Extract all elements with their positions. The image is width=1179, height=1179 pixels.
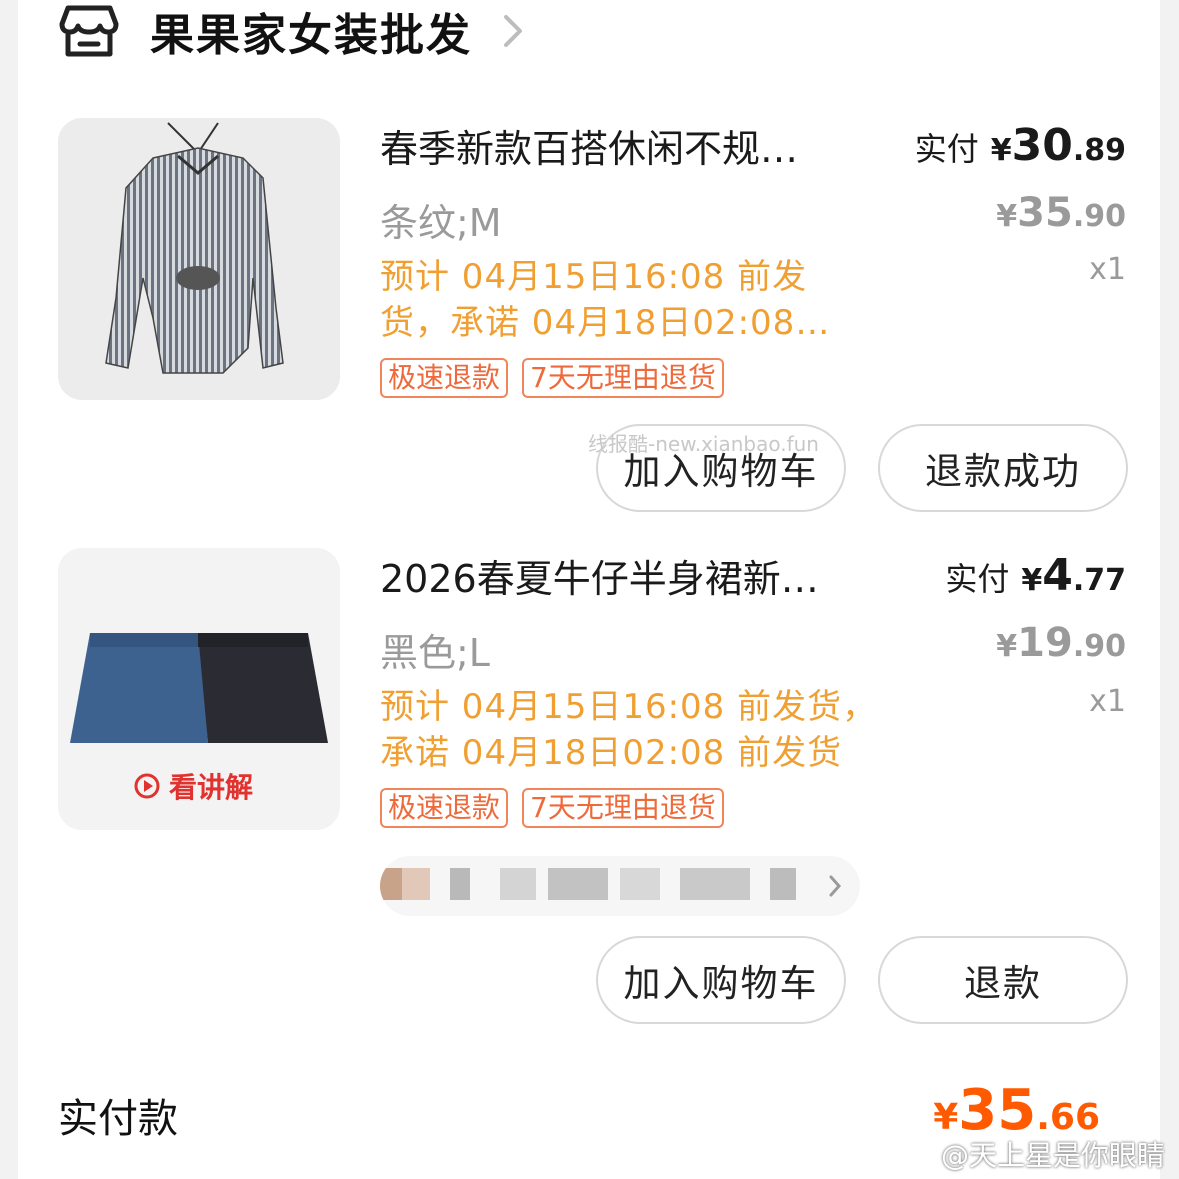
total-amount-dec: .66 (1036, 1097, 1100, 1138)
shipping-line-1: 预计 04月15日16:08 前发 (380, 257, 808, 297)
chevron-right-icon (829, 875, 842, 897)
order-card: 果果家女装批发 春季新款百搭休闲不规… 实付 ¥30.89 条纹;M ¥35.9… (18, 0, 1160, 1179)
paid-price-dec: .77 (1072, 563, 1126, 598)
currency-symbol: ¥ (990, 133, 1012, 168)
shipping-line-1: 预计 04月15日16:08 前发货， (380, 687, 878, 727)
shop-name: 果果家女装批发 (150, 10, 472, 61)
total-label: 实付款 (58, 1096, 178, 1142)
service-tags: 极速退款 7天无理由退货 (380, 358, 724, 398)
refund-button[interactable]: 退款 (878, 936, 1128, 1024)
currency-symbol: ¥ (933, 1097, 959, 1138)
original-price: ¥35.90 (996, 190, 1126, 236)
add-to-cart-button[interactable]: 加入购物车 (596, 936, 846, 1024)
paid-price-int: 30 (1011, 120, 1073, 171)
paid-label: 实付 (914, 130, 979, 168)
quantity: x1 (1089, 684, 1126, 719)
paid-label: 实付 (945, 560, 1010, 598)
product-title[interactable]: 春季新款百搭休闲不规… (380, 118, 880, 173)
currency-symbol: ¥ (996, 629, 1018, 664)
product-variant: 黑色;L (380, 631, 490, 675)
video-explain-label[interactable]: 看讲解 (133, 766, 253, 806)
shirt-illustration (58, 118, 340, 400)
currency-symbol: ¥ (1021, 563, 1043, 598)
product-image-skirt[interactable]: 看讲解 (58, 548, 340, 830)
service-tags: 极速退款 7天无理由退货 (380, 788, 724, 828)
product-title[interactable]: 2026春夏牛仔半身裙新… (380, 548, 900, 603)
weibo-watermark-text: @天上星是你眼睛 (940, 1139, 1165, 1172)
tag-7day-return: 7天无理由退货 (522, 788, 724, 828)
original-price-int: 35 (1017, 190, 1073, 236)
original-price: ¥19.90 (996, 620, 1126, 666)
shipping-line-2: 承诺 04月18日02:08 前发货 (380, 733, 843, 773)
paid-price: 实付 ¥4.77 (945, 550, 1126, 601)
original-price-int: 19 (1017, 620, 1073, 666)
paid-price: 实付 ¥30.89 (915, 120, 1126, 171)
quantity: x1 (1089, 252, 1126, 287)
chevron-right-icon (504, 15, 522, 47)
refund-success-button[interactable]: 退款成功 (878, 424, 1128, 512)
shop-header[interactable]: 果果家女装批发 (58, 0, 526, 62)
video-explain-text: 看讲解 (169, 771, 254, 804)
product-image-shirt[interactable] (58, 118, 340, 400)
shipping-estimate: 预计 04月15日16:08 前发 货，承诺 04月18日02:08… (380, 254, 830, 346)
paid-price-dec: .89 (1072, 133, 1126, 168)
tag-7day-return: 7天无理由退货 (522, 358, 724, 398)
play-circle-icon (134, 773, 160, 799)
original-price-dec: .90 (1072, 199, 1126, 234)
store-icon (59, 5, 119, 57)
tag-fast-refund: 极速退款 (380, 358, 509, 398)
product-variant: 条纹;M (380, 201, 502, 245)
weibo-watermark: @天上星是你眼睛 (941, 1134, 1165, 1174)
paid-price-int: 4 (1042, 550, 1073, 601)
shipping-estimate: 预计 04月15日16:08 前发货， 承诺 04月18日02:08 前发货 (380, 684, 877, 776)
tag-fast-refund: 极速退款 (380, 788, 509, 828)
original-price-dec: .90 (1072, 629, 1126, 664)
watermark-text: 线报酷-new.xianbao.fun (588, 432, 819, 456)
blurred-info-row[interactable] (380, 856, 860, 916)
shipping-line-2: 货，承诺 04月18日02:08… (380, 303, 831, 343)
currency-symbol: ¥ (996, 199, 1018, 234)
